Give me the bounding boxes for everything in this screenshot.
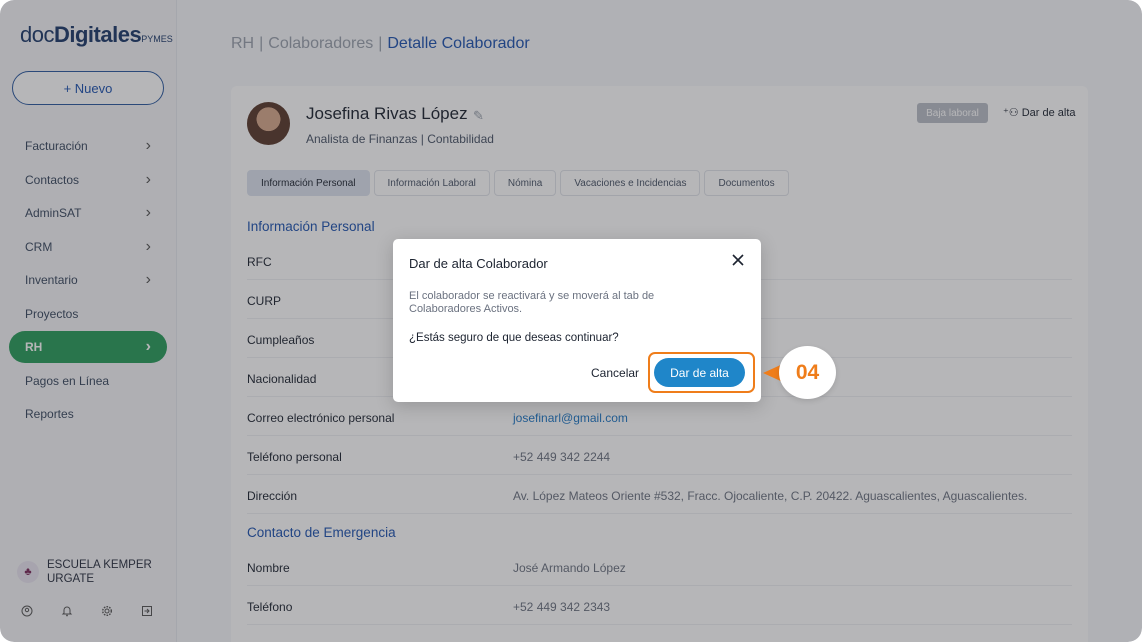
- dar-de-alta-button[interactable]: Dar de alta: [654, 358, 745, 387]
- modal-title: Dar de alta Colaborador: [409, 256, 548, 271]
- close-icon[interactable]: [732, 251, 746, 271]
- app-window: docDigitalesPYMES + Nuevo Facturación › C…: [0, 0, 1142, 642]
- cancel-button[interactable]: Cancelar: [591, 366, 639, 380]
- step-number-badge: 04: [779, 346, 836, 399]
- modal-question: ¿Estás seguro de que deseas continuar?: [409, 332, 619, 344]
- modal-message: El colaborador se reactivará y se moverá…: [409, 290, 655, 315]
